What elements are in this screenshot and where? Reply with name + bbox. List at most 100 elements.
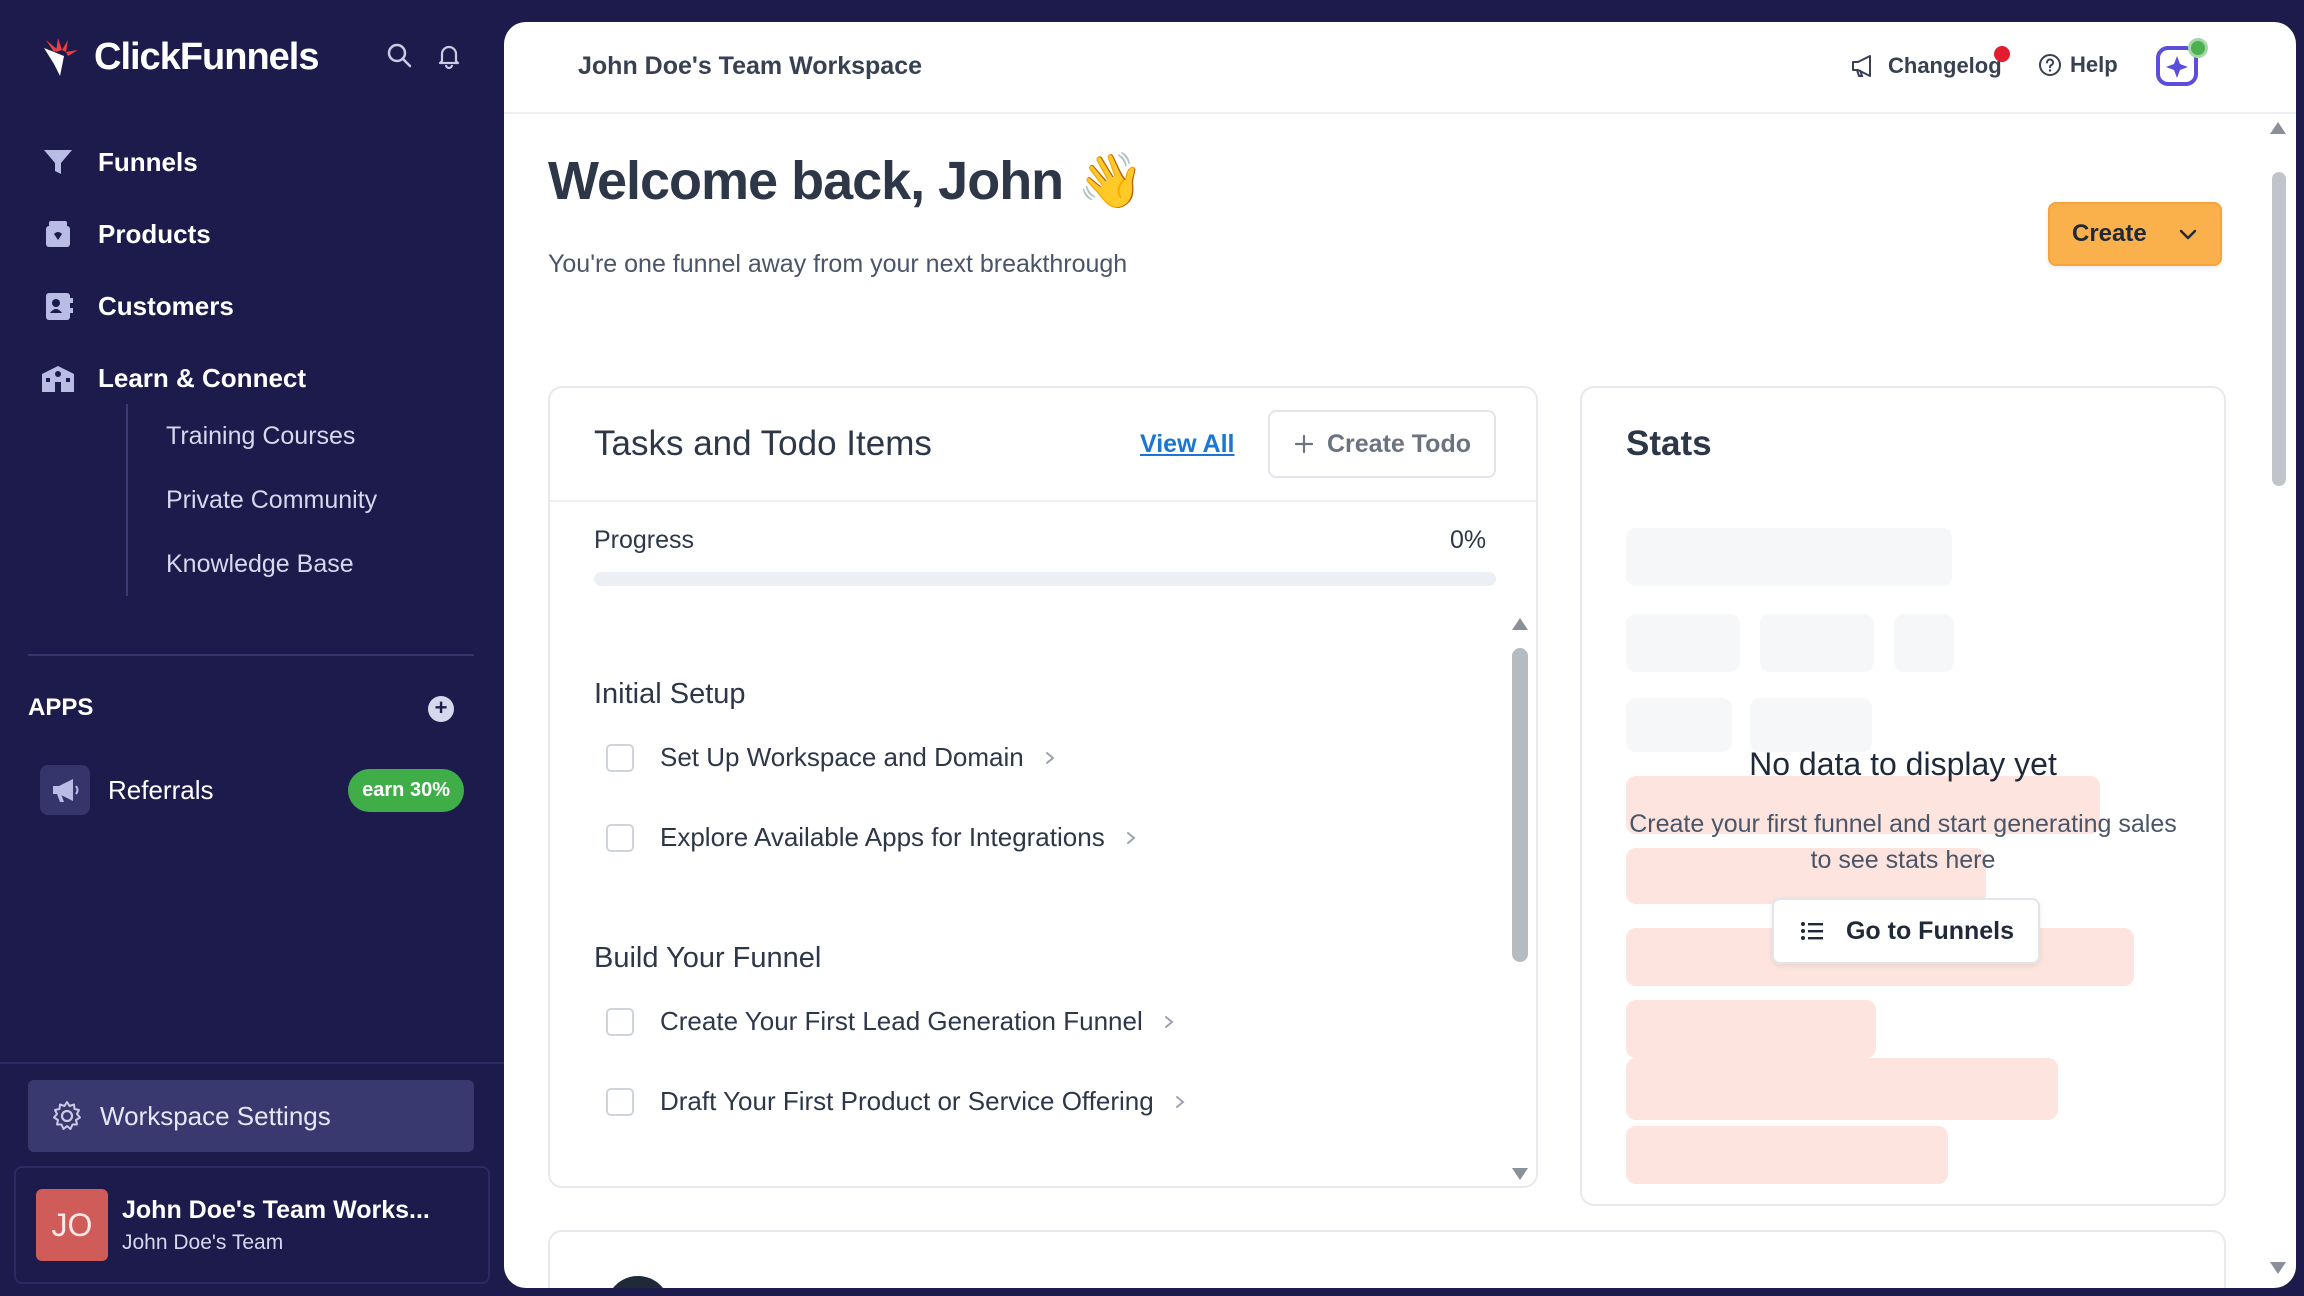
placeholder-skeleton [1760,614,1874,672]
task-label: Draft Your First Product or Service Offe… [660,1086,1154,1116]
avatar [606,1276,670,1288]
chevron-right-icon [1126,831,1136,844]
page-scrollbar-thumb[interactable] [2272,172,2286,486]
create-dropdown-button[interactable]: Create [2048,202,2222,266]
subnav-item-private-community[interactable]: Private Community [166,468,377,532]
placeholder-skeleton [1626,1058,2058,1120]
add-app-button[interactable]: + [428,696,454,722]
placeholder-skeleton [1750,698,1872,752]
subnav-item-knowledge-base[interactable]: Knowledge Base [166,532,377,596]
create-label: Create [2072,220,2147,247]
sidebar-item-referrals[interactable]: Referrals earn 30% [40,764,464,816]
subnav-item-training-courses[interactable]: Training Courses [166,404,377,468]
task-item[interactable]: Draft Your First Product or Service Offe… [606,1086,1188,1117]
top-bar: John Doe's Team Workspace Changelog Help [504,22,2296,114]
funnel-icon [44,150,72,174]
contact-card-icon [46,293,73,320]
help-button[interactable]: Help [2038,52,2118,78]
scroll-down-arrow-icon[interactable] [1512,1168,1528,1180]
sidebar: ClickFunnels Funnels Products Customers … [0,0,504,1296]
create-todo-label: Create Todo [1327,429,1471,458]
sidebar-top-icons [384,40,464,70]
empty-state-title: No data to display yet [1749,746,2057,782]
empty-state-subtitle: Create your first funnel and start gener… [1629,810,2177,874]
sidebar-item-products[interactable]: Products [40,198,306,270]
help-circle-icon [2039,54,2061,76]
workspace-settings-button[interactable]: Workspace Settings [28,1080,474,1152]
task-checkbox[interactable] [606,1007,634,1036]
go-to-funnels-label: Go to Funnels [1845,916,2015,945]
chevron-right-icon [1045,751,1055,764]
product-box-icon [46,221,70,247]
tasks-scrollbar-thumb[interactable] [1512,648,1528,962]
task-checkbox[interactable] [606,743,634,772]
chevron-down-icon [2179,229,2196,240]
page-scrollbar[interactable] [2268,122,2288,1282]
tasks-title: Tasks and Todo Items [594,424,932,463]
brand-logo[interactable]: ClickFunnels [38,34,319,80]
learn-connect-subnav: Training Courses Private Community Knowl… [126,404,377,596]
placeholder-skeleton [1626,1000,1876,1058]
changelog-label: Changelog [1888,53,2002,78]
tasks-scrollbar[interactable] [1510,618,1530,1180]
task-group-title: Build Your Funnel [594,942,822,974]
list-icon [1800,922,1823,940]
go-to-funnels-button[interactable]: Go to Funnels [1772,898,2040,964]
scroll-down-arrow-icon[interactable] [2270,1262,2286,1274]
sidebar-nav: Funnels Products Customers Learn & Conne… [40,126,306,414]
sidebar-item-funnels[interactable]: Funnels [40,126,306,198]
task-item[interactable]: Explore Available Apps for Integrations [606,822,1139,853]
apps-section-label: APPS [28,694,94,721]
placeholder-skeleton [1894,614,1954,672]
account-text: John Doe's Team Works... John Doe's Team [122,1196,430,1255]
help-label: Help [2070,52,2118,77]
progress-bar [594,572,1496,586]
task-checkbox[interactable] [606,1087,634,1116]
task-item[interactable]: Create Your First Lead Generation Funnel [606,1006,1177,1037]
progress-label: Progress [594,526,695,554]
placeholder-skeleton [1626,614,1740,672]
stats-card: Stats No data to display yet Create your… [1580,386,2226,1206]
clickfunnels-logo-icon [44,38,78,76]
workspace-settings-label: Workspace Settings [100,1100,331,1131]
sidebar-item-label: Customers [98,290,234,321]
page-title: Welcome back, John 👋 [548,151,1144,211]
main-panel: John Doe's Team Workspace Changelog Help… [504,22,2296,1288]
sidebar-item-label: Learn & Connect [98,362,307,393]
chevron-right-icon [1175,1095,1185,1108]
brand-name: ClickFunnels [94,35,319,78]
avatar: JO [36,1189,108,1261]
sidebar-divider [28,654,474,656]
task-label: Create Your First Lead Generation Funnel [660,1006,1143,1036]
page-subtitle: You're one funnel away from your next br… [548,250,1128,278]
sidebar-item-label: Funnels [98,146,198,177]
sidebar-item-label: Products [98,218,211,249]
sidebar-item-customers[interactable]: Customers [40,270,306,342]
scroll-up-arrow-icon[interactable] [1512,618,1528,630]
task-item[interactable]: Set Up Workspace and Domain [606,742,1058,773]
megaphone-icon [40,765,90,815]
bell-icon[interactable] [434,40,464,70]
progress-value: 0% [1450,526,1487,554]
tasks-card: Tasks and Todo Items View All Create Tod… [548,386,1538,1188]
placeholder-skeleton [1626,528,1952,586]
changelog-notification-dot [1994,46,2010,62]
scroll-up-arrow-icon[interactable] [2270,122,2286,134]
task-checkbox[interactable] [606,823,634,852]
online-status-dot [2188,38,2208,58]
stats-title: Stats [1626,424,1712,463]
chevron-right-icon [1164,1015,1174,1028]
search-icon[interactable] [384,40,414,70]
account-switcher[interactable]: JO John Doe's Team Works... John Doe's T… [14,1166,490,1284]
task-group-title: Initial Setup [594,678,746,710]
placeholder-skeleton [1626,1126,1948,1184]
create-todo-button[interactable]: Create Todo [1268,410,1496,478]
changelog-button[interactable]: Changelog [1850,52,2002,80]
task-label: Explore Available Apps for Integrations [660,822,1105,852]
next-card-partial [548,1230,2226,1288]
sidebar-footer: Workspace Settings JO John Doe's Team Wo… [0,1062,504,1296]
workspace-title: John Doe's Team Workspace [578,52,923,80]
view-all-link[interactable]: View All [1140,430,1234,459]
placeholder-skeleton [1626,698,1732,752]
referrals-label: Referrals [108,774,214,805]
